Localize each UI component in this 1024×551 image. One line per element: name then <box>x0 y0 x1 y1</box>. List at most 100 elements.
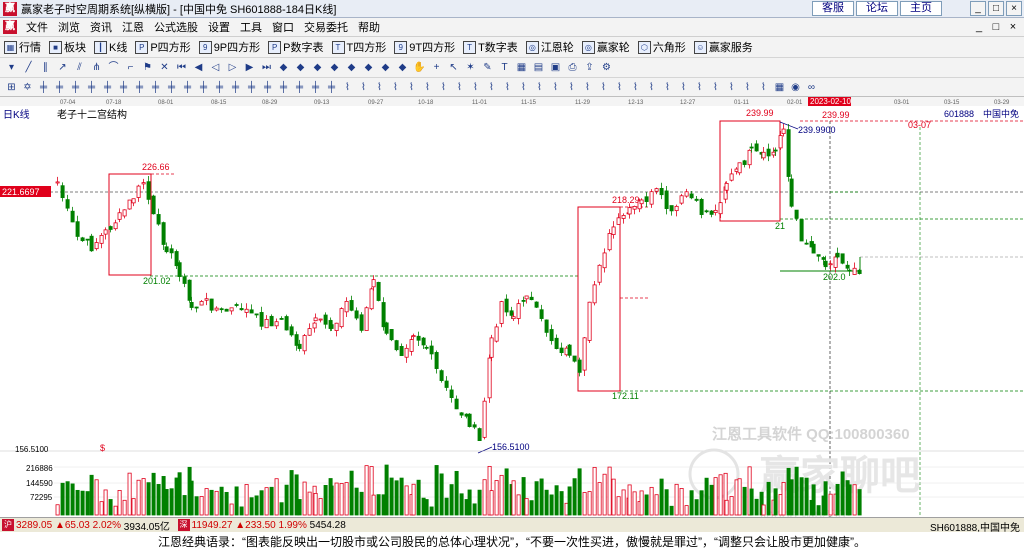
cycle-icon[interactable]: ⌇ <box>516 80 531 95</box>
calc-icon[interactable]: ▤ <box>531 60 546 75</box>
bars-icon[interactable]: ╪ <box>84 80 99 95</box>
cursor-icon[interactable]: ↖ <box>446 60 461 75</box>
menu-trade[interactable]: 交易委托 <box>299 19 353 35</box>
draw-fork-icon[interactable]: ⋔ <box>89 60 104 75</box>
toolbar-kline-button[interactable]: ┃ K线 <box>94 39 127 55</box>
layout-icon[interactable]: ▦ <box>772 80 787 95</box>
bars-icon[interactable]: ╪ <box>196 80 211 95</box>
link-forum[interactable]: 论坛 <box>856 1 898 16</box>
toolbar-service-button[interactable]: ☺ 赢家服务 <box>693 39 753 55</box>
menu-gann[interactable]: 江恩 <box>117 19 149 35</box>
bars-icon[interactable]: ╪ <box>164 80 179 95</box>
draw-ray-icon[interactable]: ↗ <box>55 60 70 75</box>
link-home[interactable]: 主页 <box>900 1 942 16</box>
menu-help[interactable]: 帮助 <box>353 19 385 35</box>
cycle-icon[interactable]: ⌇ <box>372 80 387 95</box>
minimize-button[interactable]: _ <box>970 1 986 16</box>
color-icon[interactable]: ◉ <box>788 80 803 95</box>
cycle-icon[interactable]: ⌇ <box>660 80 675 95</box>
toolbar-gann-wheel-button[interactable]: ◎ 江恩轮 <box>525 39 574 55</box>
bars-icon[interactable]: ╪ <box>292 80 307 95</box>
cycle-icon[interactable]: ⌇ <box>388 80 403 95</box>
brush-icon[interactable]: ✎ <box>480 60 495 75</box>
draw-mark-icon[interactable]: ✕ <box>157 60 172 75</box>
grid-tool-icon[interactable]: ⊞ <box>4 80 19 95</box>
bars-icon[interactable]: ╪ <box>324 80 339 95</box>
toolbar-p-table-button[interactable]: P P数字表 <box>268 39 324 55</box>
toolbar-t-table-button[interactable]: T T数字表 <box>463 39 518 55</box>
cycle-icon[interactable]: ⌇ <box>356 80 371 95</box>
table-tool-icon[interactable]: ▦ <box>514 60 529 75</box>
cycle-icon[interactable]: ⌇ <box>676 80 691 95</box>
cycle-icon[interactable]: ⌇ <box>484 80 499 95</box>
toolbar-winner-wheel-button[interactable]: ◎ 赢家轮 <box>581 39 630 55</box>
cycle-icon[interactable]: ⌇ <box>628 80 643 95</box>
cycle-icon[interactable]: ⌇ <box>500 80 515 95</box>
diamond-tool-icon[interactable]: ◆ <box>327 60 342 75</box>
link-service[interactable]: 客服 <box>812 1 854 16</box>
bars-icon[interactable]: ╪ <box>180 80 195 95</box>
cycle-icon[interactable]: ⌇ <box>564 80 579 95</box>
cycle-icon[interactable]: ⌇ <box>756 80 771 95</box>
bars-icon[interactable]: ╪ <box>148 80 163 95</box>
cycle-icon[interactable]: ⌇ <box>420 80 435 95</box>
cycle-icon[interactable]: ⌇ <box>532 80 547 95</box>
nav-back-icon[interactable]: ◁ <box>208 60 223 75</box>
nav-forward-icon[interactable]: ▷ <box>225 60 240 75</box>
bars-icon[interactable]: ╪ <box>100 80 115 95</box>
text-tool-icon[interactable]: T <box>497 60 512 75</box>
diamond-tool-icon[interactable]: ◆ <box>344 60 359 75</box>
crosshair-icon[interactable]: + <box>429 60 444 75</box>
bars-icon[interactable]: ╪ <box>228 80 243 95</box>
cycle-icon[interactable]: ⌇ <box>468 80 483 95</box>
settings-icon[interactable]: ⚙ <box>599 60 614 75</box>
cycle-icon[interactable]: ⌇ <box>724 80 739 95</box>
toolbar-p-square-button[interactable]: P P四方形 <box>135 39 191 55</box>
draw-bracket-icon[interactable]: ⌐ <box>123 60 138 75</box>
bars-icon[interactable]: ╪ <box>132 80 147 95</box>
toolbar-9p-square-button[interactable]: 9 9P四方形 <box>198 39 260 55</box>
draw-parallel-icon[interactable]: ∥ <box>38 60 53 75</box>
cycle-icon[interactable]: ⌇ <box>612 80 627 95</box>
bars-icon[interactable]: ╪ <box>68 80 83 95</box>
draw-arc-icon[interactable]: ⌒ <box>106 60 121 75</box>
draw-flag-icon[interactable]: ⚑ <box>140 60 155 75</box>
cycle-icon[interactable]: ⌇ <box>580 80 595 95</box>
nav-prev-icon[interactable]: ◀ <box>191 60 206 75</box>
bars-icon[interactable]: ╪ <box>36 80 51 95</box>
child-maximize-button[interactable]: □ <box>989 20 1003 34</box>
nav-first-icon[interactable]: ⏮ <box>174 60 189 75</box>
close-button[interactable]: × <box>1006 1 1022 16</box>
menu-file[interactable]: 文件 <box>21 19 53 35</box>
cycle-icon[interactable]: ⌇ <box>708 80 723 95</box>
print-icon[interactable]: ⎙ <box>565 60 580 75</box>
diamond-tool-icon[interactable]: ◆ <box>378 60 393 75</box>
maximize-button[interactable]: □ <box>988 1 1004 16</box>
cycle-icon[interactable]: ⌇ <box>436 80 451 95</box>
diamond-tool-icon[interactable]: ◆ <box>395 60 410 75</box>
bars-icon[interactable]: ╪ <box>116 80 131 95</box>
child-close-button[interactable]: × <box>1006 20 1020 34</box>
nav-next-icon[interactable]: ▶ <box>242 60 257 75</box>
hand-tool-icon[interactable]: ✋ <box>412 60 427 75</box>
cycle-icon[interactable]: ⌇ <box>596 80 611 95</box>
menu-window[interactable]: 窗口 <box>267 19 299 35</box>
toolbar-t-square-button[interactable]: T T四方形 <box>331 39 386 55</box>
diamond-tool-icon[interactable]: ◆ <box>310 60 325 75</box>
child-minimize-button[interactable]: _ <box>972 20 986 34</box>
cycle-icon[interactable]: ⌇ <box>452 80 467 95</box>
menu-formula[interactable]: 公式选股 <box>149 19 203 35</box>
toolbar-hexagon-button[interactable]: ⬡ 六角形 <box>637 39 686 55</box>
draw-menu-icon[interactable]: ▾ <box>4 60 19 75</box>
cycle-icon[interactable]: ⌇ <box>548 80 563 95</box>
toolbar-sectors-button[interactable]: ■ 板块 <box>49 39 86 55</box>
menu-browse[interactable]: 浏览 <box>53 19 85 35</box>
bars-icon[interactable]: ╪ <box>308 80 323 95</box>
gann-fan-icon[interactable]: ✶ <box>463 60 478 75</box>
infinity-icon[interactable]: ∞ <box>804 80 819 95</box>
bars-icon[interactable]: ╪ <box>244 80 259 95</box>
toolbar-quotes-button[interactable]: ▦ 行情 <box>4 39 41 55</box>
bars-icon[interactable]: ╪ <box>276 80 291 95</box>
bars-icon[interactable]: ╪ <box>52 80 67 95</box>
toolbar-9t-square-button[interactable]: 9 9T四方形 <box>394 39 455 55</box>
